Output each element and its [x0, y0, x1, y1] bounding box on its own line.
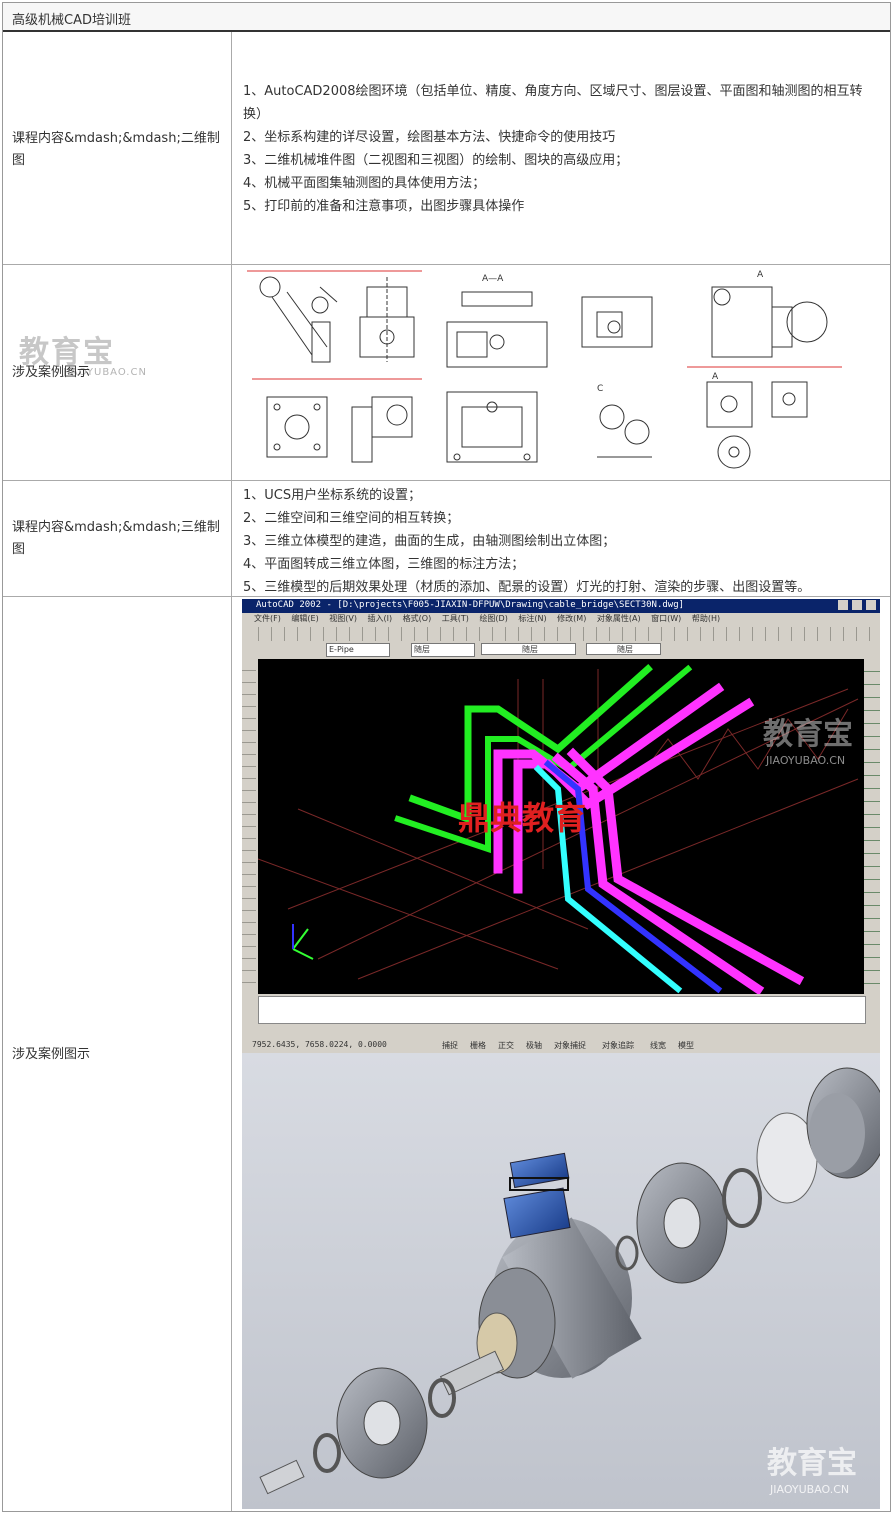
- menu-item[interactable]: 标注(N): [518, 614, 546, 623]
- cad-properties-bar: E-Pipe 随层 随层 随层: [246, 643, 876, 657]
- section-label: A: [712, 372, 719, 382]
- status-button[interactable]: 对象捕捉: [554, 1040, 586, 1051]
- menu-item[interactable]: 工具(T): [442, 614, 469, 623]
- row-3d-course: 课程内容&mdash;&mdash;三维制图 1、UCS用户坐标系统的设置； 2…: [3, 481, 890, 597]
- course-items-2d: 1、AutoCAD2008绘图环境（包括单位、精度、角度方向、区域尺寸、图层设置…: [243, 80, 876, 218]
- motor-exploded-render: 教育宝 JIAOYUBAO.CN: [242, 1053, 880, 1509]
- list-item: 3、二维机械堆件图（二视图和三视图）的绘制、图块的高级应用；: [243, 153, 629, 168]
- status-button[interactable]: 捕捉: [442, 1040, 458, 1051]
- list-item: 3、三维立体模型的建造，曲面的生成，由轴测图绘制出立体图；: [243, 534, 616, 549]
- menu-item[interactable]: 文件(F): [254, 614, 281, 623]
- list-item: 4、机械平面图集轴测图的具体使用方法；: [243, 176, 486, 191]
- cad-menubar: 文件(F) 编辑(E) 视图(V) 插入(I) 格式(O) 工具(T) 绘图(D…: [242, 613, 880, 626]
- cad-titlebar: AutoCAD 2002 - [D:\projects\F005-JIAXIN-…: [242, 599, 880, 613]
- status-button[interactable]: 对象追踪: [602, 1040, 634, 1051]
- row-3d-examples: 涉及案例图示 AutoCAD 2002 - [D:\projects\F005-…: [3, 597, 890, 1511]
- row-label: 涉及案例图示: [12, 1047, 91, 1062]
- watermark-sub: JIAOYUBAO.CN: [769, 1483, 849, 1496]
- section-label: A: [757, 270, 764, 280]
- menu-item[interactable]: 格式(O): [403, 614, 432, 623]
- coordinates-readout: 7952.6435, 7658.0224, 0.0000: [252, 1040, 387, 1049]
- table-title-row: 高级机械CAD培训班: [3, 3, 890, 32]
- status-button[interactable]: 线宽: [650, 1040, 666, 1051]
- cad-statusbar: 7952.6435, 7658.0224, 0.0000 捕捉 栅格 正交 极轴…: [242, 1039, 880, 1053]
- menu-item[interactable]: 视图(V): [329, 614, 357, 623]
- close-icon[interactable]: [866, 600, 876, 610]
- section-label: C: [597, 384, 603, 394]
- status-button[interactable]: 栅格: [470, 1040, 486, 1051]
- course-table: 高级机械CAD培训班 课程内容&mdash;&mdash;二维制图 1、Auto…: [2, 2, 891, 1512]
- row-content-cell: A—A C A A: [232, 265, 890, 480]
- row-label-cell: 课程内容&mdash;&mdash;三维制图: [3, 481, 232, 596]
- row-content-cell: 1、AutoCAD2008绘图环境（包括单位、精度、角度方向、区域尺寸、图层设置…: [232, 32, 890, 264]
- status-button[interactable]: 模型: [678, 1040, 694, 1051]
- row-label-cell: 教育宝 JIAOYUBAO.CN 涉及案例图示: [3, 265, 232, 480]
- overlay-text: 鼎典教育: [458, 799, 586, 837]
- mechanical-drawings-image: A—A C A A: [242, 267, 844, 479]
- list-item: 1、UCS用户坐标系统的设置；: [243, 488, 422, 503]
- modify-toolbar[interactable]: [864, 659, 880, 994]
- row-content-cell: 1、UCS用户坐标系统的设置； 2、二维空间和三维空间的相互转换； 3、三维立体…: [232, 481, 890, 596]
- course-items-3d: 1、UCS用户坐标系统的设置； 2、二维空间和三维空间的相互转换； 3、三维立体…: [243, 484, 876, 599]
- row-2d-examples: 教育宝 JIAOYUBAO.CN 涉及案例图示 A—A C A A: [3, 265, 890, 481]
- list-item: 5、打印前的准备和注意事项，出图步骤具体操作: [243, 199, 525, 214]
- menu-item[interactable]: 绘图(D): [479, 614, 507, 623]
- maximize-icon[interactable]: [852, 600, 862, 610]
- cad-drawing-canvas[interactable]: 鼎典教育 教育宝 JIAOYUBAO.CN: [258, 659, 864, 994]
- autocad-screenshot: AutoCAD 2002 - [D:\projects\F005-JIAXIN-…: [242, 599, 880, 1053]
- cad-title: AutoCAD 2002 - [D:\projects\F005-JIAXIN-…: [256, 600, 685, 610]
- menu-item[interactable]: 修改(M): [557, 614, 586, 623]
- menu-item[interactable]: 编辑(E): [291, 614, 318, 623]
- minimize-icon[interactable]: [838, 600, 848, 610]
- list-item: 1、AutoCAD2008绘图环境（包括单位、精度、角度方向、区域尺寸、图层设置…: [243, 84, 863, 122]
- layer-select[interactable]: E-Pipe: [326, 643, 390, 657]
- linetype-select[interactable]: 随层: [481, 643, 576, 655]
- row-content-cell: AutoCAD 2002 - [D:\projects\F005-JIAXIN-…: [232, 597, 890, 1511]
- draw-toolbar[interactable]: [242, 659, 256, 994]
- row-label: 涉及案例图示: [12, 365, 91, 380]
- menu-item[interactable]: 插入(I): [368, 614, 393, 623]
- watermark-sub: JIAOYUBAO.CN: [765, 754, 845, 767]
- lineweight-select[interactable]: 随层: [586, 643, 661, 655]
- table-title: 高级机械CAD培训班: [12, 13, 131, 28]
- row-label-cell: 涉及案例图示: [3, 597, 232, 1511]
- status-button[interactable]: 极轴: [526, 1040, 542, 1051]
- row-label-cell: 课程内容&mdash;&mdash;二维制图: [3, 32, 232, 264]
- watermark-logo: 教育宝: [763, 717, 853, 752]
- row-label: 课程内容&mdash;&mdash;二维制图: [12, 131, 220, 168]
- cad-toolbar[interactable]: [246, 627, 876, 641]
- list-item: 2、二维空间和三维空间的相互转换；: [243, 511, 460, 526]
- menu-item[interactable]: 窗口(W): [651, 614, 681, 623]
- command-line[interactable]: [258, 996, 866, 1024]
- watermark-logo: 教育宝: [767, 1446, 857, 1481]
- row-2d-course: 课程内容&mdash;&mdash;二维制图 1、AutoCAD2008绘图环境…: [3, 32, 890, 265]
- list-item: 2、坐标系构建的详尽设置，绘图基本方法、快捷命令的使用技巧: [243, 130, 616, 145]
- list-item: 4、平面图转成三维立体图，三维图的标注方法；: [243, 557, 525, 572]
- row-label: 课程内容&mdash;&mdash;三维制图: [12, 520, 220, 557]
- section-label: A—A: [482, 274, 504, 284]
- status-button[interactable]: 正交: [498, 1040, 514, 1051]
- list-item: 5、三维模型的后期效果处理（材质的添加、配景的设置）灯光的打射、渲染的步骤、出图…: [243, 580, 811, 595]
- menu-item[interactable]: 帮助(H): [692, 614, 720, 623]
- color-select[interactable]: 随层: [411, 643, 475, 657]
- menu-item[interactable]: 对象属性(A): [597, 614, 641, 623]
